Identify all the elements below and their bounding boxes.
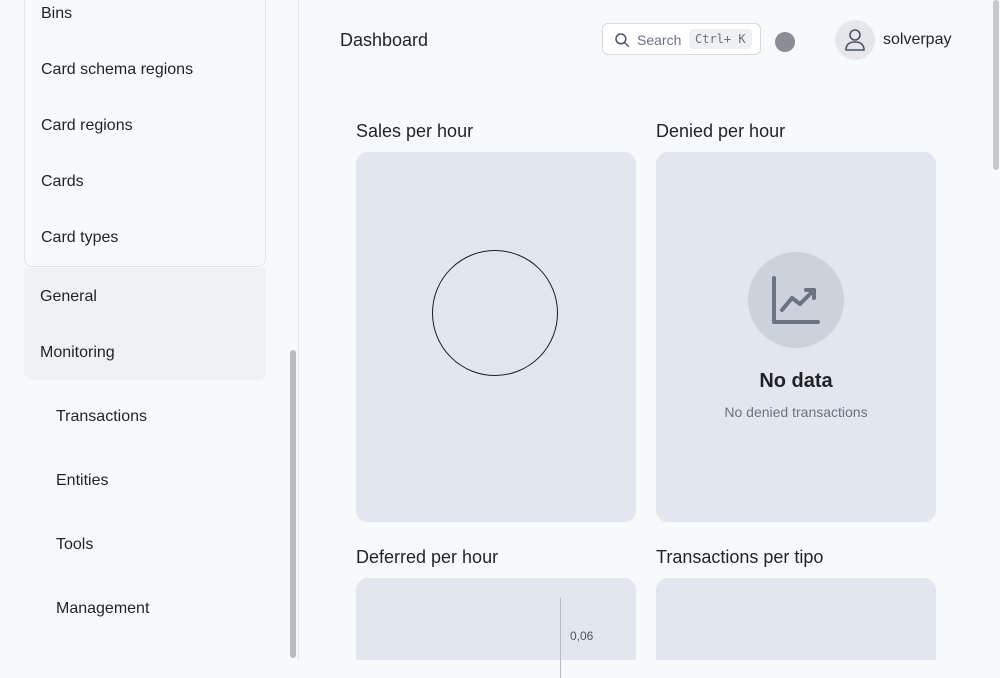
search-placeholder: Search: [637, 32, 682, 48]
sidebar-item-general[interactable]: General: [40, 288, 97, 306]
deferred-card: 0,06: [356, 578, 636, 678]
denied-card: No data No denied transactions: [656, 152, 936, 522]
sidebar-item-cards[interactable]: Cards: [41, 173, 84, 191]
user-icon: [845, 29, 865, 51]
sales-card-title: Sales per hour: [356, 121, 474, 141]
sidebar-item-bins[interactable]: Bins: [41, 5, 72, 23]
sales-card: [356, 152, 636, 522]
search-input[interactable]: Search Ctrl+ K: [602, 23, 761, 55]
sidebar-item-card-regions[interactable]: Card regions: [41, 117, 133, 135]
avatar[interactable]: [835, 20, 875, 60]
sidebar-scrollbar[interactable]: [290, 350, 296, 658]
chart-axis: [560, 598, 561, 678]
deferred-card-title: Deferred per hour: [356, 547, 499, 567]
empty-state-title: No data: [759, 370, 833, 392]
sidebar: Bins Card schema regions Card regions Ca…: [0, 0, 299, 660]
sidebar-item-card-types[interactable]: Card types: [41, 229, 118, 247]
chart-trend-icon: [772, 276, 820, 324]
axis-tick-label: 0,06: [570, 629, 594, 643]
sidebar-item-transactions[interactable]: Transactions: [56, 408, 147, 426]
loading-spinner: [432, 250, 558, 376]
sidebar-item-management[interactable]: Management: [56, 600, 149, 618]
sidebar-item-card-schema-regions[interactable]: Card schema regions: [41, 61, 193, 79]
sidebar-item-tools[interactable]: Tools: [56, 536, 93, 554]
denied-card-title: Denied per hour: [656, 121, 786, 141]
search-shortcut: Ctrl+ K: [689, 29, 752, 49]
status-indicator[interactable]: [775, 32, 795, 52]
sidebar-group: General Monitoring: [24, 268, 266, 380]
empty-state-subtitle: No denied transactions: [724, 404, 868, 420]
types-card: [656, 578, 936, 660]
search-icon: [615, 33, 630, 48]
sidebar-item-monitoring[interactable]: Monitoring: [40, 344, 115, 362]
username[interactable]: solverpay: [883, 31, 951, 49]
sidebar-item-entities[interactable]: Entities: [56, 472, 108, 490]
page-scrollbar[interactable]: [993, 0, 999, 170]
types-card-title: Transactions per tipo: [656, 547, 824, 567]
sidebar-subgroup: Bins Card schema regions Card regions Ca…: [24, 0, 266, 267]
page-title: Dashboard: [340, 30, 429, 50]
empty-state-icon-wrap: [748, 252, 844, 348]
